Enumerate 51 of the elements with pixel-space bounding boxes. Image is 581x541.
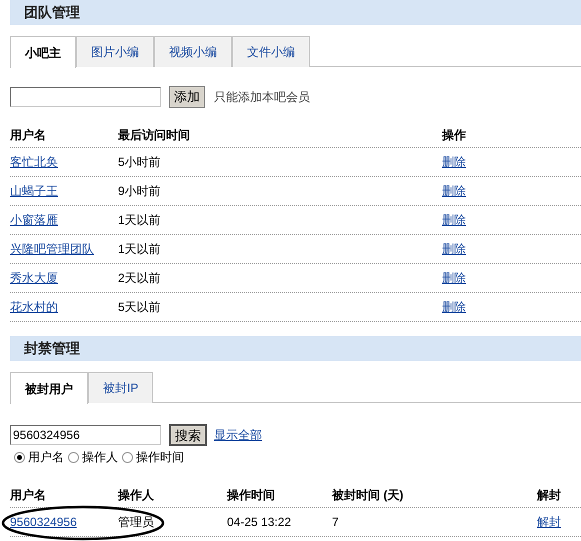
user-link[interactable]: 兴隆吧管理团队 — [10, 242, 94, 256]
action-link[interactable]: 删除 — [442, 271, 466, 285]
search-field[interactable]: 9560324956 — [10, 425, 161, 445]
tab[interactable]: 文件小编 — [232, 36, 310, 67]
user-link[interactable]: 秀水大厦 — [10, 271, 58, 285]
column-header: 操作人 — [118, 488, 154, 502]
user-link[interactable]: 9560324956 — [10, 515, 77, 529]
section-title: 团队管理 — [24, 3, 80, 22]
action-link[interactable]: 删除 — [442, 300, 466, 314]
user-link[interactable]: 花水村的 — [10, 300, 58, 314]
table-cell: 5小时前 — [118, 155, 161, 169]
show-all-link[interactable]: 显示全部 — [214, 426, 262, 444]
tab[interactable]: 图片小编 — [76, 36, 154, 67]
action-link[interactable]: 删除 — [442, 242, 466, 256]
tab[interactable]: 视频小编 — [154, 36, 232, 67]
tab[interactable]: 被封IP — [88, 372, 154, 403]
table-cell: 04-25 13:22 — [227, 515, 292, 529]
radio-option[interactable]: 用户名 — [14, 448, 64, 466]
radio-button[interactable] — [122, 452, 133, 462]
radio-button[interactable] — [14, 452, 25, 462]
table-cell: 2天以前 — [118, 271, 161, 285]
radio-button[interactable] — [68, 452, 79, 462]
search-button[interactable]: 搜索 — [169, 424, 207, 446]
column-header: 操作时间 — [227, 488, 275, 502]
add-button[interactable]: 添加 — [169, 86, 205, 108]
tab[interactable]: 被封用户 — [10, 372, 88, 404]
column-header: 解封 — [537, 488, 561, 502]
column-header: 操作 — [442, 128, 466, 142]
table-cell: 7 — [332, 515, 339, 529]
radio-option[interactable]: 操作时间 — [122, 448, 184, 466]
table-cell: 5天以前 — [118, 300, 161, 314]
radio-option[interactable]: 操作人 — [68, 448, 118, 466]
table-cell: 管理员 — [118, 515, 154, 529]
table-cell: 1天以前 — [118, 213, 161, 227]
column-header: 最后访问时间 — [118, 128, 190, 142]
action-link[interactable]: 解封 — [537, 515, 561, 529]
input-field[interactable] — [10, 87, 161, 107]
table-cell: 9小时前 — [118, 184, 161, 198]
user-link[interactable]: 山蝎子王 — [10, 184, 58, 198]
user-link[interactable]: 小窗落雁 — [10, 213, 58, 227]
action-link[interactable]: 删除 — [442, 213, 466, 227]
section-title: 封禁管理 — [24, 339, 80, 358]
column-header: 用户名 — [10, 488, 46, 502]
tab[interactable]: 小吧主 — [10, 36, 76, 68]
user-link[interactable]: 客忙北奂 — [10, 155, 58, 169]
column-header: 用户名 — [10, 128, 46, 142]
action-link[interactable]: 删除 — [442, 155, 466, 169]
action-link[interactable]: 删除 — [442, 184, 466, 198]
hint-text: 只能添加本吧会员 — [214, 89, 310, 106]
column-header: 被封时间 (天) — [332, 488, 404, 502]
table-cell: 1天以前 — [118, 242, 161, 256]
